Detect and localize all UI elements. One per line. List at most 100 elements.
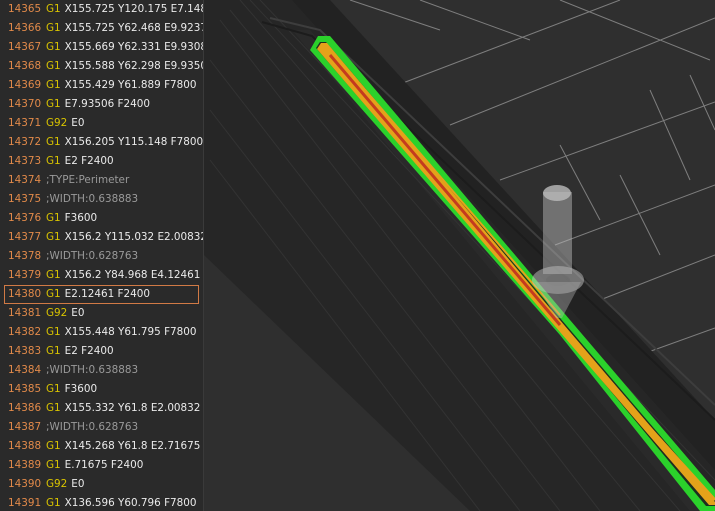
gcode-arguments: X155.725 Y62.468 E9.92373 (64, 22, 204, 34)
line-number: 14373 (8, 155, 42, 167)
line-number: 14372 (8, 136, 42, 148)
gcode-command: G1 (46, 41, 61, 53)
gcode-comment: ;WIDTH:0.638883 (46, 193, 139, 205)
gcode-command: G1 (46, 3, 61, 15)
gcode-line[interactable]: 14366 G1 X155.725 Y62.468 E9.92373 (0, 19, 203, 38)
gcode-line[interactable]: 14384 ;WIDTH:0.638883 (0, 361, 203, 380)
gcode-arguments: E2.12461 F2400 (64, 288, 150, 300)
line-number: 14366 (8, 22, 42, 34)
gcode-line[interactable]: 14381 G92 E0 (0, 304, 203, 323)
gcode-arguments: X155.725 Y120.175 E7.14822 (64, 3, 203, 15)
gcode-command: G1 (46, 288, 61, 300)
gcode-arguments: X156.2 Y84.968 E4.12461 (64, 269, 201, 281)
line-number: 14380 (8, 288, 42, 300)
gcode-line[interactable]: 14386 G1 X155.332 Y61.8 E2.00832 (0, 399, 203, 418)
line-number: 14381 (8, 307, 42, 319)
gcode-command: G1 (46, 231, 61, 243)
gcode-arguments: E7.93506 F2400 (64, 98, 150, 110)
app-root: 14365G1X155.725 Y120.175 E7.1482214366G1… (0, 0, 715, 511)
gcode-viewer-panel[interactable]: 14365G1X155.725 Y120.175 E7.1482214366G1… (0, 0, 204, 511)
gcode-line[interactable]: 14367 G1 X155.669 Y62.331 E9.93085 (0, 38, 203, 57)
gcode-command: G92 (46, 478, 68, 490)
gcode-comment: ;TYPE:Perimeter (46, 174, 130, 186)
gcode-arguments: E2 F2400 (64, 155, 114, 167)
gcode-line[interactable]: 14374 ;TYPE:Perimeter (0, 171, 203, 190)
gcode-arguments: X155.429 Y61.889 F7800 (64, 79, 197, 91)
gcode-arguments: F3600 (64, 212, 98, 224)
line-number: 14382 (8, 326, 42, 338)
gcode-command: G92 (46, 117, 68, 129)
gcode-line[interactable]: 14379 G1 X156.2 Y84.968 E4.12461 (0, 266, 203, 285)
gcode-line[interactable]: 14375 ;WIDTH:0.638883 (0, 190, 203, 209)
gcode-arguments: X155.588 Y62.298 E9.93506 (64, 60, 204, 72)
gcode-line[interactable]: 14376 G1 F3600 (0, 209, 203, 228)
gcode-command: G1 (46, 79, 61, 91)
gcode-line[interactable]: 14377 G1 X156.2 Y115.032 E2.00832 (0, 228, 203, 247)
gcode-arguments: F3600 (64, 383, 98, 395)
line-number: 14379 (8, 269, 42, 281)
gcode-line[interactable]: 14382 G1 X155.448 Y61.795 F7800 (0, 323, 203, 342)
line-number: 14368 (8, 60, 42, 72)
gcode-command: G92 (46, 307, 68, 319)
gcode-command: G1 (46, 98, 61, 110)
gcode-line[interactable]: 14391 G1 X136.596 Y60.796 F7800 (0, 494, 203, 511)
gcode-command: G1 (46, 60, 61, 72)
gcode-arguments: E0 (71, 307, 85, 319)
gcode-arguments: X155.332 Y61.8 E2.00832 (64, 402, 201, 414)
line-number: 14369 (8, 79, 42, 91)
gcode-line[interactable]: 14387 ;WIDTH:0.628763 (0, 418, 203, 437)
line-number: 14370 (8, 98, 42, 110)
gcode-line[interactable]: 14365 G1X155.725 Y120.175 E7.14822 (0, 0, 203, 19)
gcode-command: G1 (46, 459, 61, 471)
gcode-line[interactable]: 14372 G1 X156.205 Y115.148 F7800 (0, 133, 203, 152)
gcode-line[interactable]: 14388 G1 X145.268 Y61.8 E2.71675 (0, 437, 203, 456)
line-number: 14388 (8, 440, 42, 452)
line-number: 14391 (8, 497, 42, 509)
gcode-command: G1 (46, 136, 61, 148)
gcode-arguments: X156.205 Y115.148 F7800 (64, 136, 204, 148)
gcode-arguments: X145.268 Y61.8 E2.71675 (64, 440, 201, 452)
line-number: 14386 (8, 402, 42, 414)
gcode-line[interactable]: 14378 ;WIDTH:0.628763 (0, 247, 203, 266)
line-number: 14376 (8, 212, 42, 224)
gcode-command: G1 (46, 440, 61, 452)
line-number: 14378 (8, 250, 42, 262)
gcode-comment: ;WIDTH:0.628763 (46, 421, 139, 433)
gcode-command: G1 (46, 345, 61, 357)
gcode-command: G1 (46, 22, 61, 34)
line-number: 14374 (8, 174, 42, 186)
line-number: 14385 (8, 383, 42, 395)
gcode-line[interactable]: 14369 G1 X155.429 Y61.889 F7800 (0, 76, 203, 95)
gcode-command: G1 (46, 212, 61, 224)
gcode-command: G1 (46, 155, 61, 167)
gcode-line[interactable]: 14383 G1 E2 F2400 (0, 342, 203, 361)
line-number: 14389 (8, 459, 42, 471)
gcode-command: G1 (46, 326, 61, 338)
gcode-line[interactable]: 14373 G1 E2 F2400 (0, 152, 203, 171)
line-number: 14390 (8, 478, 42, 490)
gcode-arguments: X155.669 Y62.331 E9.93085 (64, 41, 204, 53)
gcode-arguments: X156.2 Y115.032 E2.00832 (64, 231, 204, 243)
line-number: 14365 (8, 3, 42, 15)
gcode-command: G1 (46, 402, 61, 414)
gcode-line[interactable]: 14390 G92 E0 (0, 475, 203, 494)
gcode-arguments: E0 (71, 117, 85, 129)
gcode-line[interactable]: 14385 G1 F3600 (0, 380, 203, 399)
line-number: 14367 (8, 41, 42, 53)
gcode-comment: ;WIDTH:0.628763 (46, 250, 139, 262)
gcode-command: G1 (46, 383, 61, 395)
gcode-arguments: E0 (71, 478, 85, 490)
gcode-line-current[interactable]: 14380 G1 E2.12461 F2400 (4, 285, 199, 304)
gcode-arguments: E.71675 F2400 (64, 459, 144, 471)
gcode-arguments: X155.448 Y61.795 F7800 (64, 326, 197, 338)
gcode-line[interactable]: 14389 G1 E.71675 F2400 (0, 456, 203, 475)
line-number: 14383 (8, 345, 42, 357)
line-number: 14371 (8, 117, 42, 129)
gcode-command: G1 (46, 269, 61, 281)
gcode-line[interactable]: 14368 G1 X155.588 Y62.298 E9.93506 (0, 57, 203, 76)
line-number: 14384 (8, 364, 42, 376)
gcode-arguments: X136.596 Y60.796 F7800 (64, 497, 197, 509)
gcode-line[interactable]: 14371 G92 E0 (0, 114, 203, 133)
line-number: 14387 (8, 421, 42, 433)
gcode-line[interactable]: 14370 G1 E7.93506 F2400 (0, 95, 203, 114)
